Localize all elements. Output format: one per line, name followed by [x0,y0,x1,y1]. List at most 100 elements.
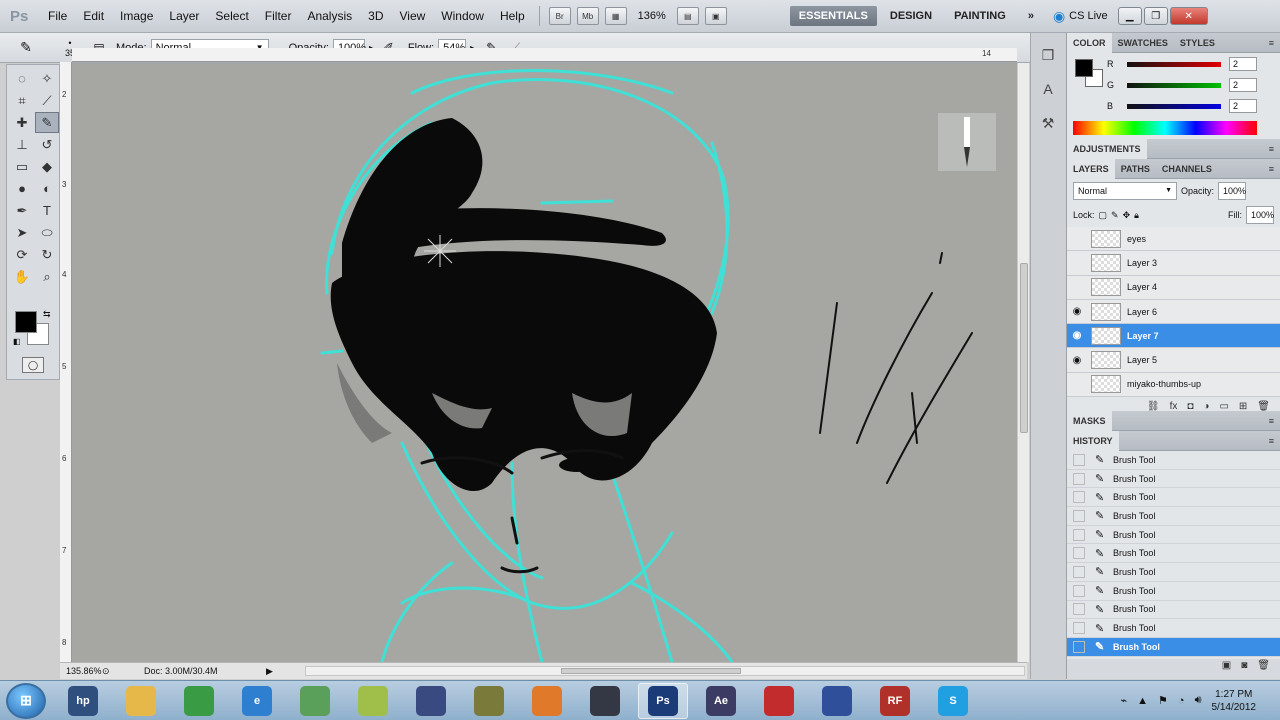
clone-stamp-tool-icon[interactable]: ⊥ [10,134,34,155]
quick-selection-tool-icon[interactable]: ✧ [35,68,59,89]
taskbar-app-skype[interactable]: S [928,683,978,719]
taskbar-app-aftereffects[interactable]: Ae [696,683,746,719]
healing-brush-tool-icon[interactable]: ✚ [10,112,34,133]
horizontal-scrollbar[interactable] [305,666,1025,676]
red-slider[interactable] [1127,61,1221,67]
workspace-design[interactable]: DESIGN [881,6,941,26]
zoom-status[interactable]: 135.86% [60,666,102,676]
default-colors-icon[interactable]: ◧ [13,337,21,346]
history-row[interactable]: ✎ Brush Tool [1067,563,1280,582]
tab-color[interactable]: COLOR [1067,32,1112,53]
menu-view[interactable]: View [391,0,433,33]
history-source-checkbox[interactable] [1073,509,1085,522]
history-source-checkbox[interactable] [1073,472,1085,485]
vertical-scrollbar[interactable] [1017,63,1029,662]
history-row[interactable]: ✎ Brush Tool [1067,470,1280,489]
extras-icon[interactable]: ▦ [604,7,627,25]
lasso-tool-icon[interactable]: ◌ [10,68,34,89]
crop-tool-icon[interactable]: ⌗ [10,90,34,111]
volume-icon[interactable]: 🔊︎ [1195,694,1202,707]
history-row[interactable]: ✎ Brush Tool [1067,488,1280,508]
menu-layer[interactable]: Layer [161,0,207,33]
lock-position-icon[interactable]: ✥ [1123,210,1131,221]
menu-filter[interactable]: Filter [257,0,300,33]
history-row[interactable]: ✎ Brush Tool [1067,619,1280,638]
foreground-color-swatch[interactable] [15,311,37,333]
paint-bucket-tool-icon[interactable]: ◆ [35,156,59,177]
quick-mask-icon[interactable]: ◯ [22,357,44,373]
taskbar-app-ie[interactable]: e [232,683,282,719]
add-mask-icon[interactable]: ◘ [1187,401,1193,412]
bridge-button[interactable]: Br [548,7,571,25]
history-source-checkbox[interactable] [1073,584,1085,597]
menu-file[interactable]: File [40,0,75,33]
blend-mode-select[interactable]: Normal ▼ [1073,182,1177,200]
taskbar-app-photoshop[interactable]: Ps [638,682,688,719]
history-source-checkbox[interactable] [1073,603,1085,616]
lock-image-icon[interactable]: ✎ [1111,210,1119,221]
taskbar-app-rf[interactable]: RF [870,683,920,719]
zoom-tool-icon[interactable]: ⌕ [35,266,59,287]
taskbar-app-explorer[interactable] [116,683,166,719]
lock-all-icon[interactable]: 🔒︎ [1134,210,1139,221]
history-row[interactable]: ✎ Brush Tool [1067,451,1280,470]
new-document-from-state-icon[interactable]: ▣ [1222,660,1231,671]
panel-menu-icon[interactable]: ≡ [1269,164,1280,174]
history-source-checkbox[interactable] [1073,528,1085,541]
layer-opacity-field[interactable]: 100% [1218,182,1246,200]
zoom-level[interactable]: 136% [630,10,674,22]
ellipse-tool-icon[interactable]: ⬭ [35,222,59,243]
vertical-scroll-thumb[interactable] [1020,263,1028,433]
pen-tool-icon[interactable]: ✒ [10,200,34,221]
color-spectrum-bar[interactable] [1073,121,1257,135]
start-button[interactable]: ⊞ [6,682,46,719]
menu-edit[interactable]: Edit [75,0,112,33]
red-value[interactable]: 2 [1229,57,1257,71]
green-value[interactable]: 2 [1229,78,1257,92]
tab-layers[interactable]: LAYERS [1067,158,1115,179]
visibility-eye-icon[interactable]: ◉ [1067,355,1087,366]
new-group-icon[interactable]: ▭ [1219,401,1228,412]
tab-adjustments[interactable]: ADJUSTMENTS [1067,138,1147,159]
layer-row[interactable]: ◉ Layer 5 [1067,348,1280,373]
drawing-canvas[interactable] [72,63,1017,662]
taskbar-app-media[interactable] [522,683,572,719]
panel-menu-icon[interactable]: ≡ [1269,436,1280,446]
workspace-painting[interactable]: PAINTING [945,6,1015,26]
taskbar-app-chrome[interactable] [174,683,224,719]
panel-menu-icon[interactable]: ≡ [1269,144,1280,154]
history-row[interactable]: ✎ Brush Tool [1067,544,1280,564]
wifi-icon[interactable]: ◔ [1178,695,1185,707]
menu-select[interactable]: Select [207,0,256,33]
type-tool-icon[interactable]: T [35,200,59,221]
cs-live-button[interactable]: ◉ CS Live [1045,8,1116,25]
history-row[interactable]: ✎ Brush Tool [1067,507,1280,526]
blue-value[interactable]: 2 [1229,99,1257,113]
visibility-eye-icon[interactable]: ◉ [1067,306,1087,317]
blue-slider[interactable] [1127,103,1221,109]
status-info-icon[interactable]: ⊙ [102,666,116,677]
eraser-tool-icon[interactable]: ▭ [10,156,34,177]
menu-window[interactable]: Window [433,0,492,33]
new-snapshot-icon[interactable]: ◙ [1241,660,1247,671]
tab-paths[interactable]: PATHS [1115,159,1156,179]
3d-orbit-tool-icon[interactable]: ↻ [35,244,59,265]
show-hidden-icons-icon[interactable]: ▲ [1137,695,1148,707]
layer-row[interactable]: ◉ Layer 7 [1067,324,1280,349]
layer-row[interactable]: Layer 3 [1067,251,1280,276]
history-source-checkbox[interactable] [1073,640,1085,653]
layer-row[interactable]: eyes [1067,227,1280,252]
3d-rotate-tool-icon[interactable]: ⟳ [10,244,34,265]
history-source-checkbox[interactable] [1073,547,1085,560]
path-selection-tool-icon[interactable]: ➤ [10,222,34,243]
dodge-tool-icon[interactable]: ◐ [35,178,59,199]
panel-menu-icon[interactable]: ≡ [1269,416,1280,426]
tab-channels[interactable]: CHANNELS [1156,159,1218,179]
arrange-documents-icon[interactable]: ▤ [676,7,699,25]
history-row[interactable]: ✎ Brush Tool [1067,601,1280,620]
layer-row[interactable]: ◉ Layer 6 [1067,299,1280,325]
adjustment-layer-icon[interactable]: ◑ [1203,401,1209,412]
fill-field[interactable]: 100% [1246,206,1274,224]
lock-transparency-icon[interactable]: ▢ [1099,210,1108,221]
network-icon[interactable]: ⌁ [1121,694,1128,707]
